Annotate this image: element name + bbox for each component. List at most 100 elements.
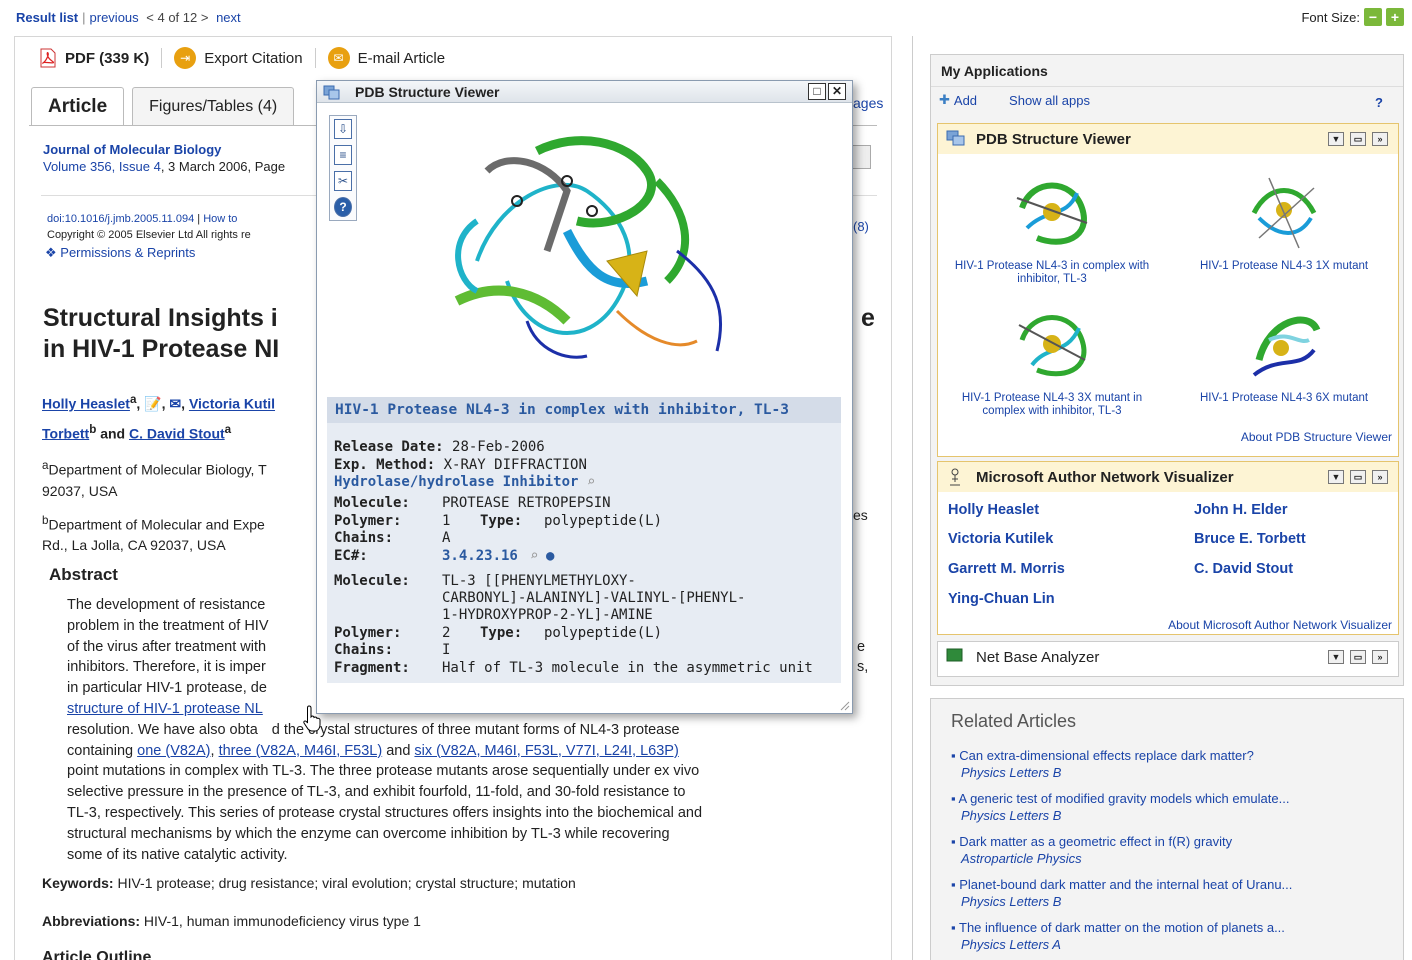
hand-cursor-icon: [303, 705, 321, 732]
related-article[interactable]: ▪ The influence of dark matter on the mo…: [951, 919, 1285, 953]
about-author-network-link[interactable]: About Microsoft Author Network Visualize…: [1168, 618, 1392, 632]
pdb-thumbnail[interactable]: HIV-1 Protease NL4-3 1X mutant: [1174, 168, 1394, 273]
collapse-icon[interactable]: »: [1372, 470, 1388, 484]
help-link[interactable]: ?: [1375, 95, 1383, 110]
add-app-button[interactable]: ✚ Add: [939, 92, 977, 108]
network-author[interactable]: C. David Stout: [1194, 561, 1293, 577]
close-button[interactable]: ✕: [828, 83, 846, 100]
tools-icon[interactable]: ✂: [334, 171, 352, 191]
result-list-link[interactable]: Result list: [16, 10, 78, 25]
previous-link[interactable]: previous: [90, 10, 139, 25]
related-journal: Physics Letters B: [961, 765, 1062, 780]
collapse-icon[interactable]: »: [1372, 650, 1388, 664]
author-link[interactable]: Torbett: [42, 425, 89, 441]
protein-thumb-icon: [1016, 182, 1088, 245]
network-author[interactable]: Bruce E. Torbett: [1194, 531, 1306, 547]
author-link[interactable]: Holly Heaslet: [42, 396, 130, 412]
network-author[interactable]: Holly Heaslet: [948, 502, 1039, 518]
related-title[interactable]: Can extra-dimensional effects replace da…: [959, 748, 1254, 763]
pdb-thumbnail[interactable]: HIV-1 Protease NL4-3 3X mutant in comple…: [942, 300, 1162, 418]
network-author[interactable]: Ying-Chuan Lin: [948, 591, 1055, 607]
about-pdb-link[interactable]: About PDB Structure Viewer: [1241, 430, 1392, 444]
mutant-six-link[interactable]: six (V82A, M46I, F53L, V77I, L24I, L63P): [414, 743, 678, 759]
related-journal: Physics Letters B: [961, 894, 1062, 909]
article-toolbar: PDF (339 K) ⇥ Export Citation ✉ E-mail A…: [39, 47, 445, 69]
mutant-three-link[interactable]: three (V82A, M46I, F53L): [219, 743, 383, 759]
doi-link[interactable]: doi:10.1016/j.jmb.2005.11.094: [47, 213, 194, 225]
related-article[interactable]: ▪ Dark matter as a geometric effect in f…: [951, 833, 1232, 867]
type-value: polypeptide(L): [544, 513, 663, 529]
maximize-button[interactable]: □: [808, 83, 826, 100]
related-article[interactable]: ▪ A generic test of modified gravity mod…: [951, 790, 1289, 824]
journal-name[interactable]: Journal of Molecular Biology: [43, 141, 285, 158]
cited-by-count[interactable]: (8): [853, 219, 869, 234]
app-controls: ▼ ▭ »: [1328, 132, 1388, 146]
protein-structure-image[interactable]: [417, 111, 757, 371]
abstract-line: containing: [67, 742, 138, 759]
font-decrease-button[interactable]: −: [1364, 8, 1382, 26]
tab-article[interactable]: Article: [31, 87, 125, 125]
related-title[interactable]: The influence of dark matter on the moti…: [959, 920, 1285, 935]
network-author[interactable]: John H. Elder: [1194, 502, 1287, 518]
pdf-link[interactable]: PDF (339 K): [65, 50, 149, 67]
search-icon[interactable]: ⌕: [530, 548, 538, 565]
window-icon[interactable]: ▭: [1350, 132, 1366, 146]
volume-link[interactable]: Volume 356, Issue 4: [43, 159, 161, 174]
resize-grip-icon[interactable]: [838, 699, 850, 711]
nav-separator: |: [82, 10, 86, 25]
window-icon[interactable]: ▭: [1350, 470, 1366, 484]
classification-link[interactable]: Hydrolase/hydrolase Inhibitor: [334, 474, 578, 490]
related-title[interactable]: Planet-bound dark matter and the interna…: [959, 877, 1292, 892]
net-base-analyzer-app: Net Base Analyzer ▼ ▭ »: [937, 641, 1399, 677]
permissions-link[interactable]: ❖ Permissions & Reprints: [45, 245, 195, 261]
document-icon[interactable]: ≡: [334, 145, 352, 165]
related-article[interactable]: ▪ Can extra-dimensional effects replace …: [951, 747, 1254, 781]
ec-link[interactable]: 3.4.23.16: [442, 548, 518, 565]
doi-block: doi:10.1016/j.jmb.2005.11.094 | How to C…: [47, 211, 251, 243]
abstract-structure-link[interactable]: structure of HIV-1 protease NL: [67, 701, 263, 717]
help-icon[interactable]: ?: [334, 197, 352, 217]
popup-titlebar[interactable]: PDB Structure Viewer □ ✕: [317, 81, 852, 103]
dropdown-icon[interactable]: ▼: [1328, 470, 1344, 484]
email-author-icon[interactable]: ✉: [169, 396, 181, 412]
related-article[interactable]: ▪ Planet-bound dark matter and the inter…: [951, 876, 1292, 910]
polymer-value: 1: [442, 513, 451, 529]
author-link[interactable]: Victoria Kutil: [189, 396, 275, 412]
show-all-apps-link[interactable]: Show all apps: [1009, 93, 1090, 108]
partial-tab-link[interactable]: ages: [853, 95, 883, 111]
network-author[interactable]: Victoria Kutilek: [948, 531, 1053, 547]
enzyme-icon[interactable]: ●: [546, 548, 554, 565]
search-icon[interactable]: ⌕: [587, 474, 595, 490]
pdb-thumbnail[interactable]: HIV-1 Protease NL4-3 6X mutant: [1174, 300, 1394, 405]
author-link[interactable]: C. David Stout: [129, 425, 225, 441]
related-title[interactable]: Dark matter as a geometric effect in f(R…: [959, 834, 1232, 849]
window-icon[interactable]: ▭: [1350, 650, 1366, 664]
how-to-cite-link[interactable]: How to: [203, 213, 237, 225]
abstract-line: inhibitors. Therefore, it is imper: [67, 659, 266, 676]
font-increase-button[interactable]: +: [1386, 8, 1404, 26]
next-link[interactable]: next: [216, 10, 241, 25]
profile-icon[interactable]: 📝: [144, 396, 161, 412]
result-position: < 4 of 12 >: [146, 10, 209, 25]
collapse-icon[interactable]: »: [1372, 132, 1388, 146]
abstract-line: selective pressure in the presence of TL…: [67, 784, 686, 801]
abstract-heading: Abstract: [49, 565, 118, 584]
dropdown-icon[interactable]: ▼: [1328, 132, 1344, 146]
related-title[interactable]: A generic test of modified gravity model…: [959, 791, 1290, 806]
structure-title[interactable]: HIV-1 Protease NL4-3 in complex with inh…: [327, 397, 841, 423]
apps-actions: ✚ Add Show all apps ?: [931, 87, 1403, 113]
abstract-line: structural mechanisms by which the enzym…: [67, 825, 670, 842]
email-article-link[interactable]: E-mail Article: [358, 50, 446, 67]
abstract-line: some of its native catalytic activity.: [67, 846, 288, 863]
dropdown-icon[interactable]: ▼: [1328, 650, 1344, 664]
export-citation-link[interactable]: Export Citation: [204, 50, 302, 67]
mutant-one-link[interactable]: one (V82A): [137, 743, 210, 759]
toolbar-separator: [161, 48, 163, 68]
network-author[interactable]: Garrett M. Morris: [948, 561, 1065, 577]
app-controls: ▼ ▭ »: [1328, 650, 1388, 664]
fragment-label: Fragment:: [334, 660, 410, 676]
tab-figures-tables[interactable]: Figures/Tables (4): [132, 87, 295, 125]
download-icon[interactable]: ⇩: [334, 119, 352, 139]
polymer-label: Polymer:: [334, 513, 402, 529]
pdb-thumbnail[interactable]: HIV-1 Protease NL4-3 in complex with inh…: [942, 168, 1162, 286]
